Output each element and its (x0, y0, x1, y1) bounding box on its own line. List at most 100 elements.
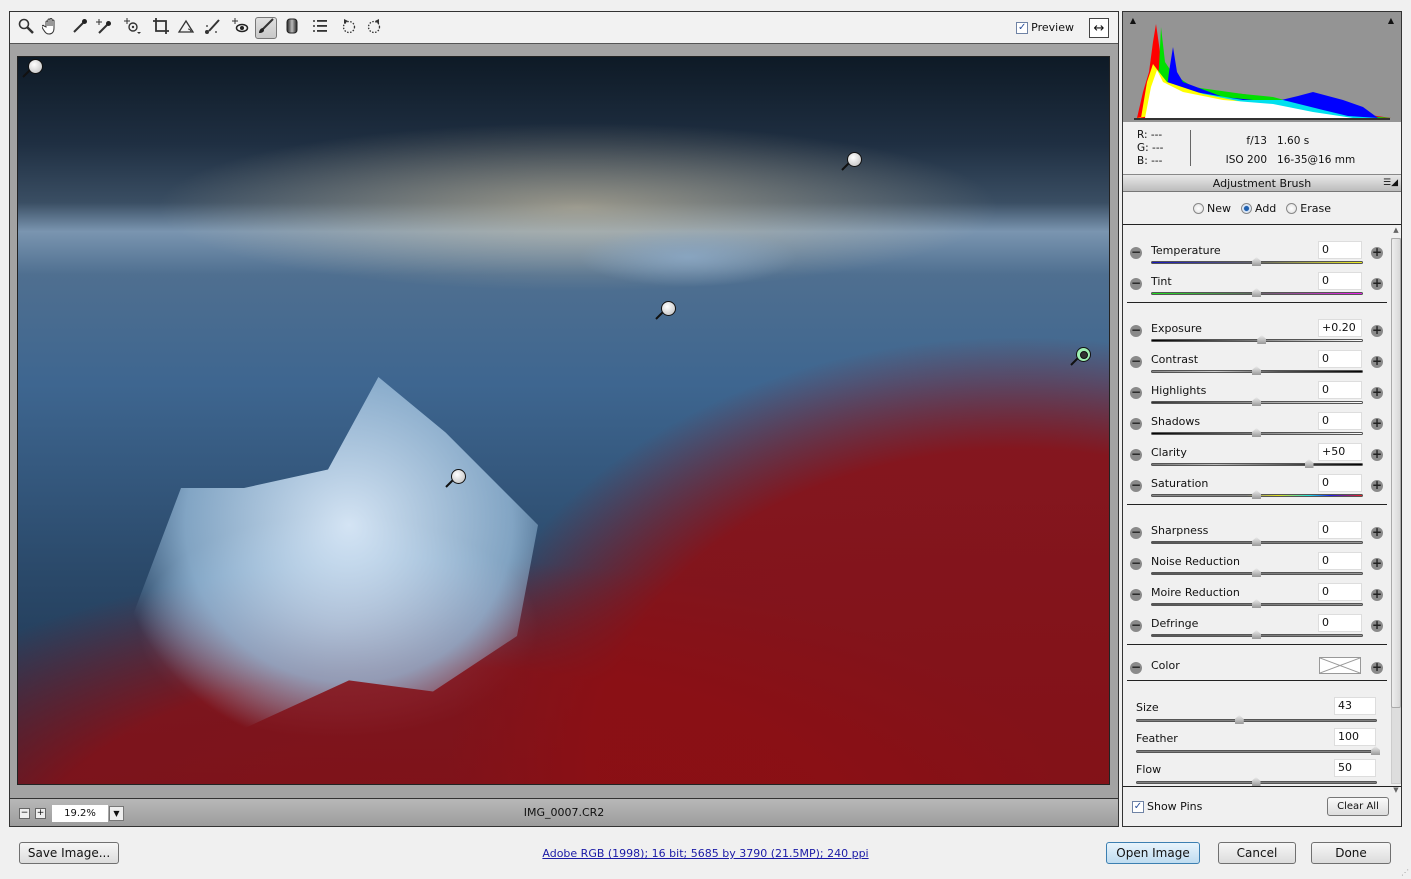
exposure-slider[interactable] (1151, 335, 1363, 344)
clarity-slider-handle[interactable] (1304, 459, 1314, 468)
sharpness-slider[interactable] (1151, 537, 1363, 546)
graduated-filter-tool[interactable] (281, 17, 303, 39)
radio-button-new[interactable] (1192, 203, 1204, 214)
tint-slider[interactable] (1151, 288, 1363, 297)
temperature-slider-handle[interactable] (1252, 257, 1261, 266)
clear-all-button[interactable]: Clear All (1327, 797, 1389, 816)
increase-shadows-button[interactable]: + (1371, 417, 1383, 430)
brush-flow-slider-handle[interactable] (1251, 777, 1261, 786)
scroll-up-arrow[interactable]: ▲ (1391, 226, 1401, 236)
cancel-button[interactable]: Cancel (1218, 842, 1296, 864)
defringe-input[interactable]: 0 (1318, 614, 1362, 632)
zoom-tool[interactable] (15, 17, 37, 39)
highlights-slider[interactable] (1151, 397, 1363, 406)
noise-reduction-slider-handle[interactable] (1252, 568, 1261, 577)
decrease-temperature-button[interactable]: − (1130, 246, 1142, 259)
increase-moire-reduction-button[interactable]: + (1371, 588, 1383, 601)
resize-grip[interactable]: ⋰ (1401, 868, 1409, 877)
saturation-input[interactable]: 0 (1318, 474, 1362, 492)
brush-size-slider-handle[interactable] (1234, 715, 1244, 724)
adjustment-brush-tool[interactable] (255, 17, 277, 39)
shadows-input[interactable]: 0 (1318, 412, 1362, 430)
scroll-thumb[interactable] (1391, 238, 1401, 708)
shadows-slider-handle[interactable] (1252, 428, 1261, 437)
decrease-defringe-button[interactable]: − (1130, 619, 1142, 632)
increase-noise-reduction-button[interactable]: + (1371, 557, 1383, 570)
preferences-tool[interactable] (309, 17, 331, 39)
decrease-noise-reduction-button[interactable]: − (1130, 557, 1142, 570)
increase-saturation-button[interactable]: + (1371, 479, 1383, 492)
decrease-exposure-button[interactable]: − (1130, 324, 1142, 337)
saturation-slider[interactable] (1151, 490, 1363, 499)
brush-feather-slider-handle[interactable] (1371, 746, 1380, 755)
decrease-clarity-button[interactable]: − (1130, 448, 1142, 461)
photo-canvas[interactable] (17, 56, 1110, 785)
rotate-cw-tool[interactable] (363, 17, 385, 39)
sharpness-slider-handle[interactable] (1252, 537, 1261, 546)
contrast-input[interactable]: 0 (1318, 350, 1362, 368)
defringe-slider-handle[interactable] (1252, 630, 1261, 639)
temperature-slider[interactable] (1151, 257, 1363, 266)
hand-tool[interactable] (40, 17, 62, 39)
decrease-tint-button[interactable]: − (1130, 277, 1142, 290)
temperature-input[interactable]: 0 (1318, 241, 1362, 259)
color-swatch[interactable] (1319, 657, 1361, 674)
highlights-input[interactable]: 0 (1318, 381, 1362, 399)
defringe-slider[interactable] (1151, 630, 1363, 639)
adjustment-pin[interactable] (840, 152, 862, 174)
brush-feather-slider[interactable] (1136, 746, 1380, 755)
radio-button-erase[interactable] (1286, 203, 1298, 214)
saturation-slider-handle[interactable] (1252, 490, 1261, 499)
brush-size-slider[interactable] (1136, 715, 1377, 724)
increase-clarity-button[interactable]: + (1371, 448, 1383, 461)
open-image-button[interactable]: Open Image (1106, 842, 1200, 864)
increase-highlights-button[interactable]: + (1371, 386, 1383, 399)
radio-button-add[interactable] (1240, 203, 1252, 214)
panel-menu-icon[interactable]: ☰◢ (1383, 175, 1398, 192)
red-eye-removal-tool[interactable] (229, 17, 251, 39)
brush-size-input[interactable]: 43 (1334, 697, 1376, 715)
noise-reduction-input[interactable]: 0 (1318, 552, 1362, 570)
mode-add-radio[interactable]: Add (1240, 202, 1276, 215)
active-adjustment-pin[interactable] (1069, 347, 1091, 369)
brush-feather-input[interactable]: 100 (1334, 728, 1376, 746)
increase-color-button[interactable]: + (1371, 661, 1383, 674)
exposure-slider-handle[interactable] (1257, 335, 1267, 344)
shadow-clipping-toggle[interactable]: ▲ (1126, 15, 1140, 27)
crop-tool[interactable] (150, 17, 172, 39)
contrast-slider[interactable] (1151, 366, 1363, 375)
adjustment-pin[interactable] (444, 469, 466, 491)
straighten-tool[interactable] (175, 17, 197, 39)
preview-toggle[interactable]: ✓ Preview (1016, 21, 1074, 34)
mode-erase-radio[interactable]: Erase (1286, 202, 1331, 215)
moire-reduction-slider-handle[interactable] (1252, 599, 1261, 608)
show-pins-checkbox[interactable]: ✓ (1132, 800, 1144, 813)
show-pins-toggle[interactable]: ✓ Show Pins (1132, 800, 1202, 813)
shadows-slider[interactable] (1151, 428, 1363, 437)
contrast-slider-handle[interactable] (1252, 366, 1261, 375)
targeted-adjustment-tool[interactable] (121, 17, 143, 39)
noise-reduction-slider[interactable] (1151, 568, 1363, 577)
increase-contrast-button[interactable]: + (1371, 355, 1383, 368)
increase-sharpness-button[interactable]: + (1371, 526, 1383, 539)
brush-flow-slider[interactable] (1136, 777, 1377, 786)
save-image-button[interactable]: Save Image... (19, 842, 119, 864)
mode-new-radio[interactable]: New (1192, 202, 1231, 215)
decrease-highlights-button[interactable]: − (1130, 386, 1142, 399)
workflow-options-link[interactable]: Adobe RGB (1998); 16 bit; 5685 by 3790 (… (542, 847, 868, 860)
spot-removal-tool[interactable] (202, 17, 224, 39)
highlights-slider-handle[interactable] (1252, 397, 1261, 406)
increase-defringe-button[interactable]: + (1371, 619, 1383, 632)
increase-temperature-button[interactable]: + (1371, 246, 1383, 259)
decrease-contrast-button[interactable]: − (1130, 355, 1142, 368)
exposure-input[interactable]: +0.20 (1318, 319, 1362, 337)
decrease-shadows-button[interactable]: − (1130, 417, 1142, 430)
adjustment-pin[interactable] (654, 301, 676, 323)
decrease-sharpness-button[interactable]: − (1130, 526, 1142, 539)
decrease-moire-reduction-button[interactable]: − (1130, 588, 1142, 601)
clarity-input[interactable]: +50 (1318, 443, 1362, 461)
decrease-saturation-button[interactable]: − (1130, 479, 1142, 492)
decrease-color-button[interactable]: − (1130, 661, 1142, 674)
white-balance-tool[interactable] (69, 17, 91, 39)
increase-exposure-button[interactable]: + (1371, 324, 1383, 337)
